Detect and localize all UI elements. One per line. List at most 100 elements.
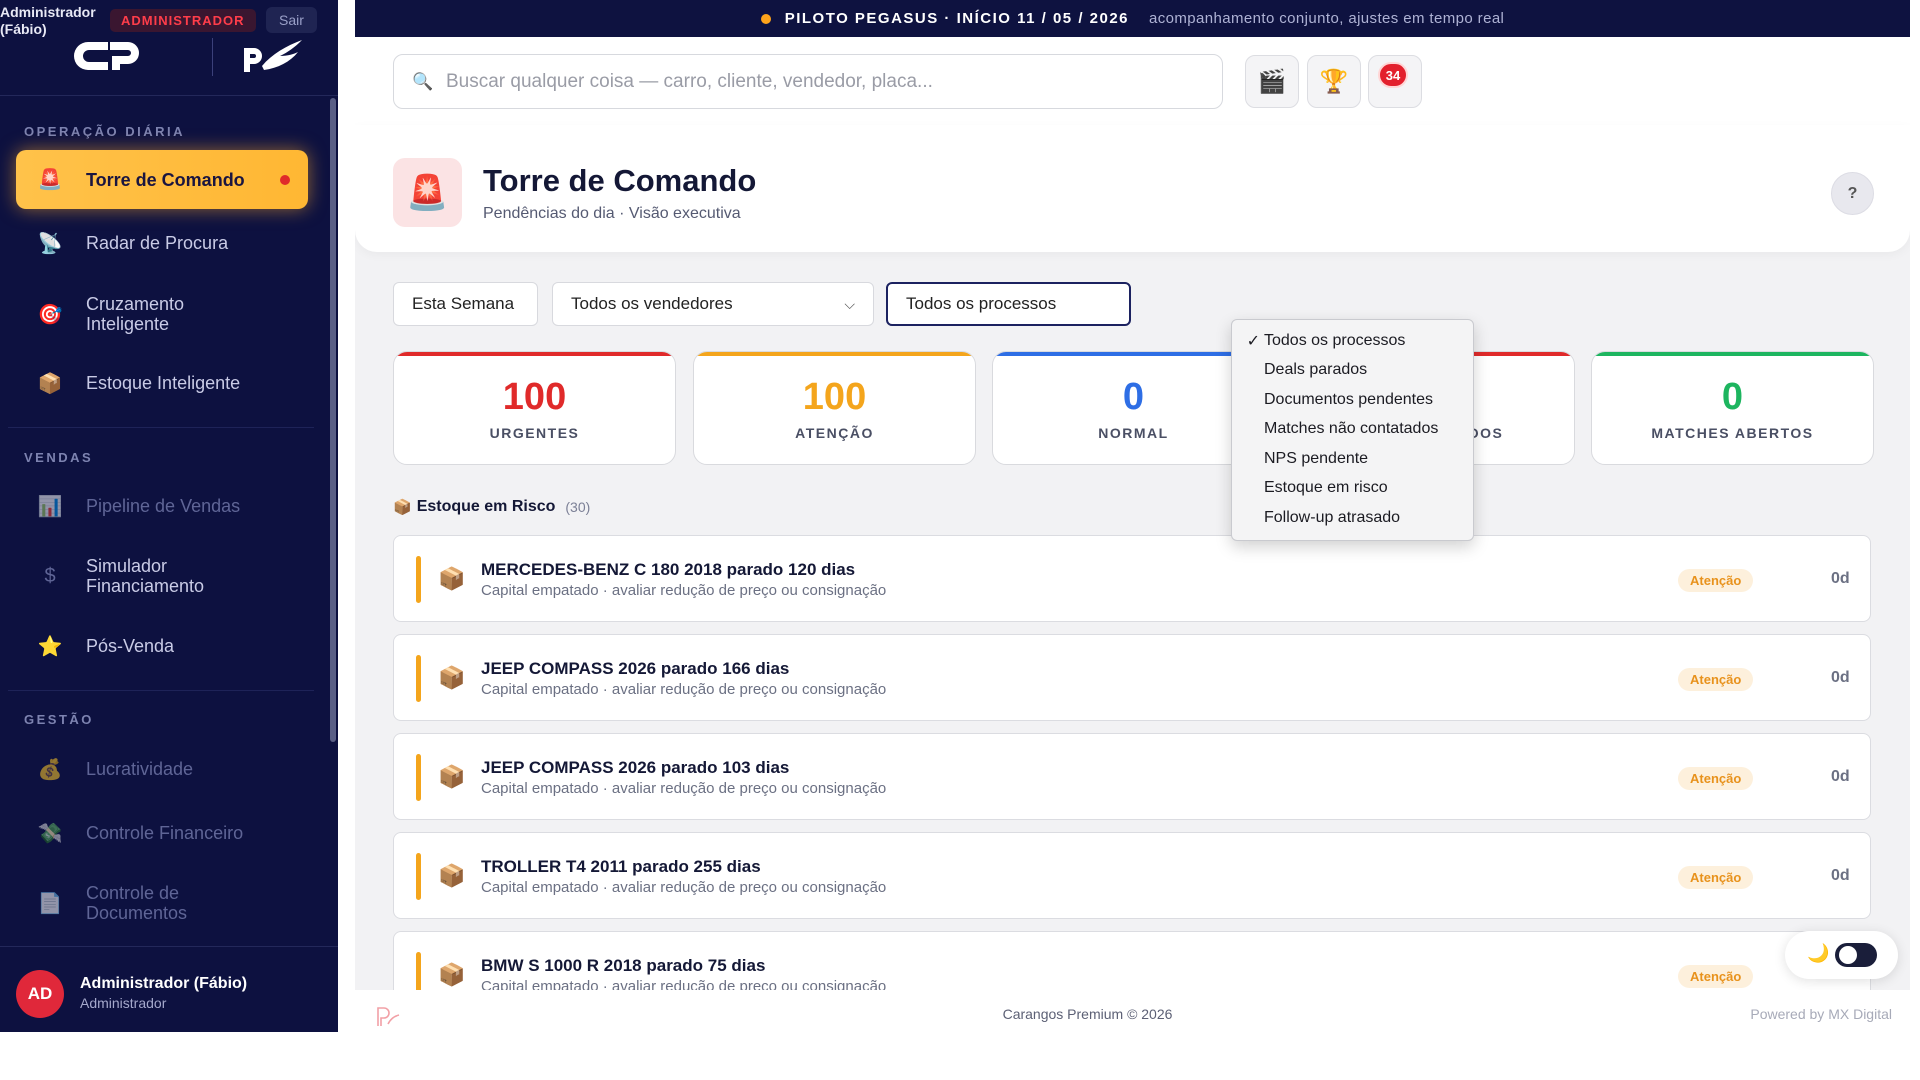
search-box[interactable]: 🔍 <box>393 54 1223 109</box>
trophy-icon: 🏆 <box>1319 68 1349 94</box>
sidebar-user-footer[interactable]: AD Administrador (Fábio) Administrador <box>0 946 338 1032</box>
logout-button[interactable]: Sair <box>266 7 317 33</box>
sidebar-item-label: Pós-Venda <box>86 636 175 656</box>
footer-powered-by[interactable]: Powered by MX Digital <box>1750 1006 1892 1022</box>
user-name: Administrador (Fábio) <box>80 975 248 992</box>
sidebar-item-estoque-inteligente[interactable]: 📦 Estoque Inteligente <box>16 362 308 404</box>
sidebar-item-radar-de-procura[interactable]: 📡 Radar de Procura <box>16 222 308 264</box>
process-select[interactable]: Todos os processos <box>886 282 1131 326</box>
dropdown-option-documentos-pendentes[interactable]: Documentos pendentes <box>1232 385 1473 415</box>
dropdown-option-follow-up-atrasado[interactable]: Follow-up atrasado <box>1232 503 1473 533</box>
process-dropdown-menu: ✓ Todos os processos Deals parados Docum… <box>1231 319 1474 541</box>
priority-bar <box>416 853 421 900</box>
document-icon: 📄 <box>37 892 63 915</box>
priority-bar <box>416 655 421 702</box>
kpi-card-urgentes[interactable]: 100 URGENTES <box>393 351 676 465</box>
item-subtitle: Capital empatado · avaliar redução de pr… <box>481 681 887 698</box>
trophy-button[interactable]: 🏆 <box>1307 55 1361 108</box>
sidebar-item-label: Radar de Procura <box>86 233 229 253</box>
dropdown-option-todos-os-processos[interactable]: ✓ Todos os processos <box>1232 326 1473 356</box>
status-dot <box>760 13 771 24</box>
kpi-value: 0 <box>1721 376 1744 418</box>
dropdown-option-matches-nao-contatados[interactable]: Matches não contatados <box>1232 415 1473 445</box>
item-title: BMW S 1000 R 2018 parado 75 dias <box>481 956 766 975</box>
kpi-card-atencao[interactable]: 100 ATENÇÃO <box>693 351 976 465</box>
siren-icon: 🚨 <box>37 169 63 191</box>
item-subtitle: Capital empatado · avaliar redução de pr… <box>481 978 887 990</box>
list-item[interactable]: 📦 JEEP COMPASS 2026 parado 103 dias Capi… <box>393 733 1871 820</box>
logo-separator <box>212 38 213 76</box>
package-icon: 📦 <box>393 499 412 516</box>
item-days: 0d <box>1831 768 1850 785</box>
priority-bar <box>416 952 421 990</box>
star-icon: ⭐ <box>37 635 63 658</box>
package-icon: 📦 <box>438 665 466 690</box>
sidebar-item-lucratividade[interactable]: 💰 Lucratividade <box>16 748 308 790</box>
package-icon: 📦 <box>438 764 466 789</box>
avatar: AD <box>16 970 64 1018</box>
bar-chart-icon: 📊 <box>37 495 63 518</box>
sidebar-item-label: Estoque Inteligente <box>86 373 241 393</box>
sidebar-item-torre-de-comando[interactable]: 🚨 Torre de Comando <box>16 150 308 209</box>
sidebar-divider <box>8 427 314 428</box>
siren-icon: 🚨 <box>393 158 462 227</box>
status-badge: Atenção <box>1678 569 1754 592</box>
help-button[interactable]: ? <box>1831 172 1874 215</box>
sidebar-item-label: Lucratividade <box>86 759 194 779</box>
bottom-blank-area <box>0 1032 1920 1080</box>
list-item[interactable]: 📦 JEEP COMPASS 2026 parado 166 dias Capi… <box>393 634 1871 721</box>
page-subtitle: Pendências do dia · Visão executiva <box>483 205 741 222</box>
section-title-text: Estoque em Risco <box>416 498 556 515</box>
list-item[interactable]: 📦 TROLLER T4 2011 parado 255 dias Capita… <box>393 832 1871 919</box>
banner-subtitle: acompanhamento conjunto, ajustes em temp… <box>1149 10 1505 27</box>
pegasus-logo <box>244 40 302 72</box>
list-item[interactable]: 📦 MERCEDES-BENZ C 180 2018 parado 120 di… <box>393 535 1871 622</box>
item-days: 0d <box>1831 570 1850 587</box>
seller-select[interactable]: Todos os vendedores ⌵ <box>552 282 874 326</box>
item-title: JEEP COMPASS 2026 parado 166 dias <box>481 659 790 678</box>
status-badge: Atenção <box>1678 767 1754 790</box>
kpi-value: 100 <box>502 376 567 418</box>
theme-toggle[interactable]: 🌙 <box>1785 931 1898 979</box>
item-title: JEEP COMPASS 2026 parado 103 dias <box>481 758 790 777</box>
list-item[interactable]: 📦 BMW S 1000 R 2018 parado 75 dias Capit… <box>393 931 1871 990</box>
topbar: 🔍 🎬 🏆 34 <box>355 37 1910 125</box>
dropdown-option-label: Matches não contatados <box>1264 420 1439 438</box>
sidebar-item-pipeline-de-vendas[interactable]: 📊 Pipeline de Vendas <box>16 485 308 527</box>
dropdown-option-label: Follow-up atrasado <box>1264 508 1401 526</box>
page-title: Torre de Comando <box>483 163 757 198</box>
section-label-daily: OPERAÇÃO DIÁRIA <box>24 124 186 139</box>
sidebar-item-controle-de-documentos[interactable]: 📄 Controle de Documentos <box>16 879 308 927</box>
dropdown-option-nps-pendente[interactable]: NPS pendente <box>1232 444 1473 474</box>
dropdown-option-deals-parados[interactable]: Deals parados <box>1232 356 1473 386</box>
sidebar-item-pos-venda[interactable]: ⭐ Pós-Venda <box>16 625 308 667</box>
checkmark-icon: ✓ <box>1246 332 1260 350</box>
package-icon: 📦 <box>37 372 63 395</box>
sidebar-item-cruzamento-inteligente[interactable]: 🎯 Cruzamento Inteligente <box>16 290 308 338</box>
kpi-label: URGENTES <box>489 425 580 441</box>
satellite-icon: 📡 <box>37 232 63 255</box>
period-filter[interactable]: Esta Semana <box>393 282 538 326</box>
sidebar-item-label: Simulador Financiamento <box>86 556 205 596</box>
period-filter-label: Esta Semana <box>412 294 515 313</box>
sidebar-header: Administrador (Fábio) ADMINISTRADOR Sair <box>0 0 338 96</box>
priority-bar <box>416 754 421 801</box>
status-badge: Atenção <box>1678 965 1754 988</box>
package-icon: 📦 <box>438 566 466 591</box>
money-wings-icon: 💸 <box>37 822 63 845</box>
notifications-button[interactable]: 34 <box>1368 55 1422 108</box>
sidebar-item-label: Controle de Documentos <box>86 883 188 923</box>
toggle-track <box>1835 943 1877 967</box>
item-days: 0d <box>1831 867 1850 884</box>
package-icon: 📦 <box>438 962 466 987</box>
sidebar-scrollbar[interactable] <box>330 98 336 742</box>
sidebar-item-controle-financeiro[interactable]: 💸 Controle Financeiro <box>16 812 308 854</box>
dropdown-option-label: Estoque em risco <box>1264 479 1388 497</box>
clapperboard-button[interactable]: 🎬 <box>1245 55 1299 108</box>
process-select-value: Todos os processos <box>906 294 1057 313</box>
item-subtitle: Capital empatado · avaliar redução de pr… <box>481 582 887 599</box>
search-input[interactable] <box>446 70 1206 93</box>
sidebar-item-simulador-financiamento[interactable]: $ Simulador Financiamento <box>16 552 308 600</box>
kpi-card-matches-abertos[interactable]: 0 MATCHES ABERTOS <box>1591 351 1874 465</box>
dropdown-option-estoque-em-risco[interactable]: Estoque em risco <box>1232 474 1473 504</box>
